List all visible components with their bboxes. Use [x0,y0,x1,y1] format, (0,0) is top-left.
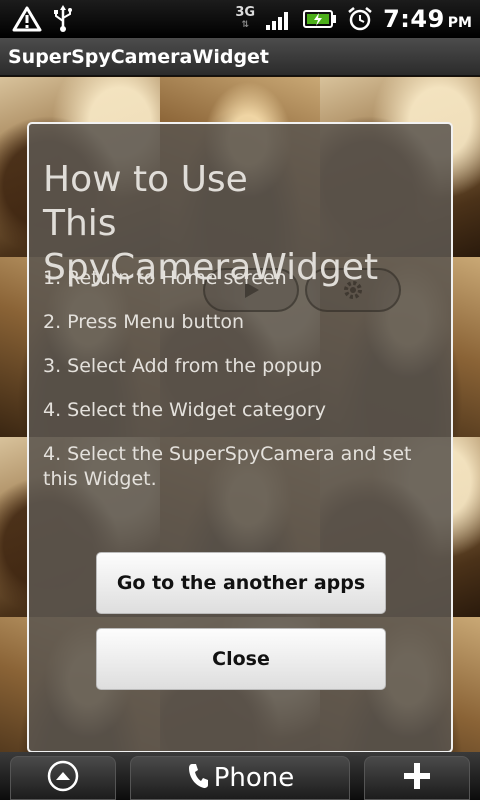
usb-icon [52,5,74,33]
launcher-dock: Phone [0,752,480,800]
launcher-up-button[interactable] [10,756,116,800]
network-type-indicator: 3G ⇅ [235,5,256,31]
clock-time: 7:49 [383,5,445,33]
instruction-step: 3. Select Add from the popup [43,355,322,377]
instruction-list: 1. Return to Home screen 2. Press Menu b… [43,266,439,511]
close-button[interactable]: Close [96,628,386,690]
dialog-title-line1: How to Use [43,159,248,200]
app-title-bar: SuperSpyCameraWidget [0,38,480,76]
other-apps-button[interactable]: Go to the another apps [96,552,386,614]
phone-button[interactable]: Phone [130,756,350,800]
instruction-step: 1. Return to Home screen [43,267,287,289]
signal-icon [265,7,293,31]
add-button[interactable] [364,756,470,800]
how-to-use-dialog: How to Use This SpyCameraWidget 1. Retur… [27,122,453,753]
alert-icon [12,5,42,33]
instruction-step: 4. Select the Widget category [43,399,326,421]
status-bar: 3G ⇅ 7:49 PM [0,0,480,38]
instruction-step: 4. Select the SuperSpyCamera and set thi… [43,443,412,490]
instruction-step: 2. Press Menu button [43,311,245,333]
phone-icon [186,762,210,794]
data-arrows-icon: ⇅ [241,20,249,30]
phone-label: Phone [213,763,295,793]
add-icon [402,761,432,795]
clock: 7:49 PM [383,5,472,33]
launcher-up-icon [46,759,80,797]
battery-charging-icon [303,8,337,30]
alarm-icon [347,6,373,32]
clock-ampm: PM [447,15,472,31]
network-type-label: 3G [235,5,256,20]
app-title: SuperSpyCameraWidget [8,45,270,68]
